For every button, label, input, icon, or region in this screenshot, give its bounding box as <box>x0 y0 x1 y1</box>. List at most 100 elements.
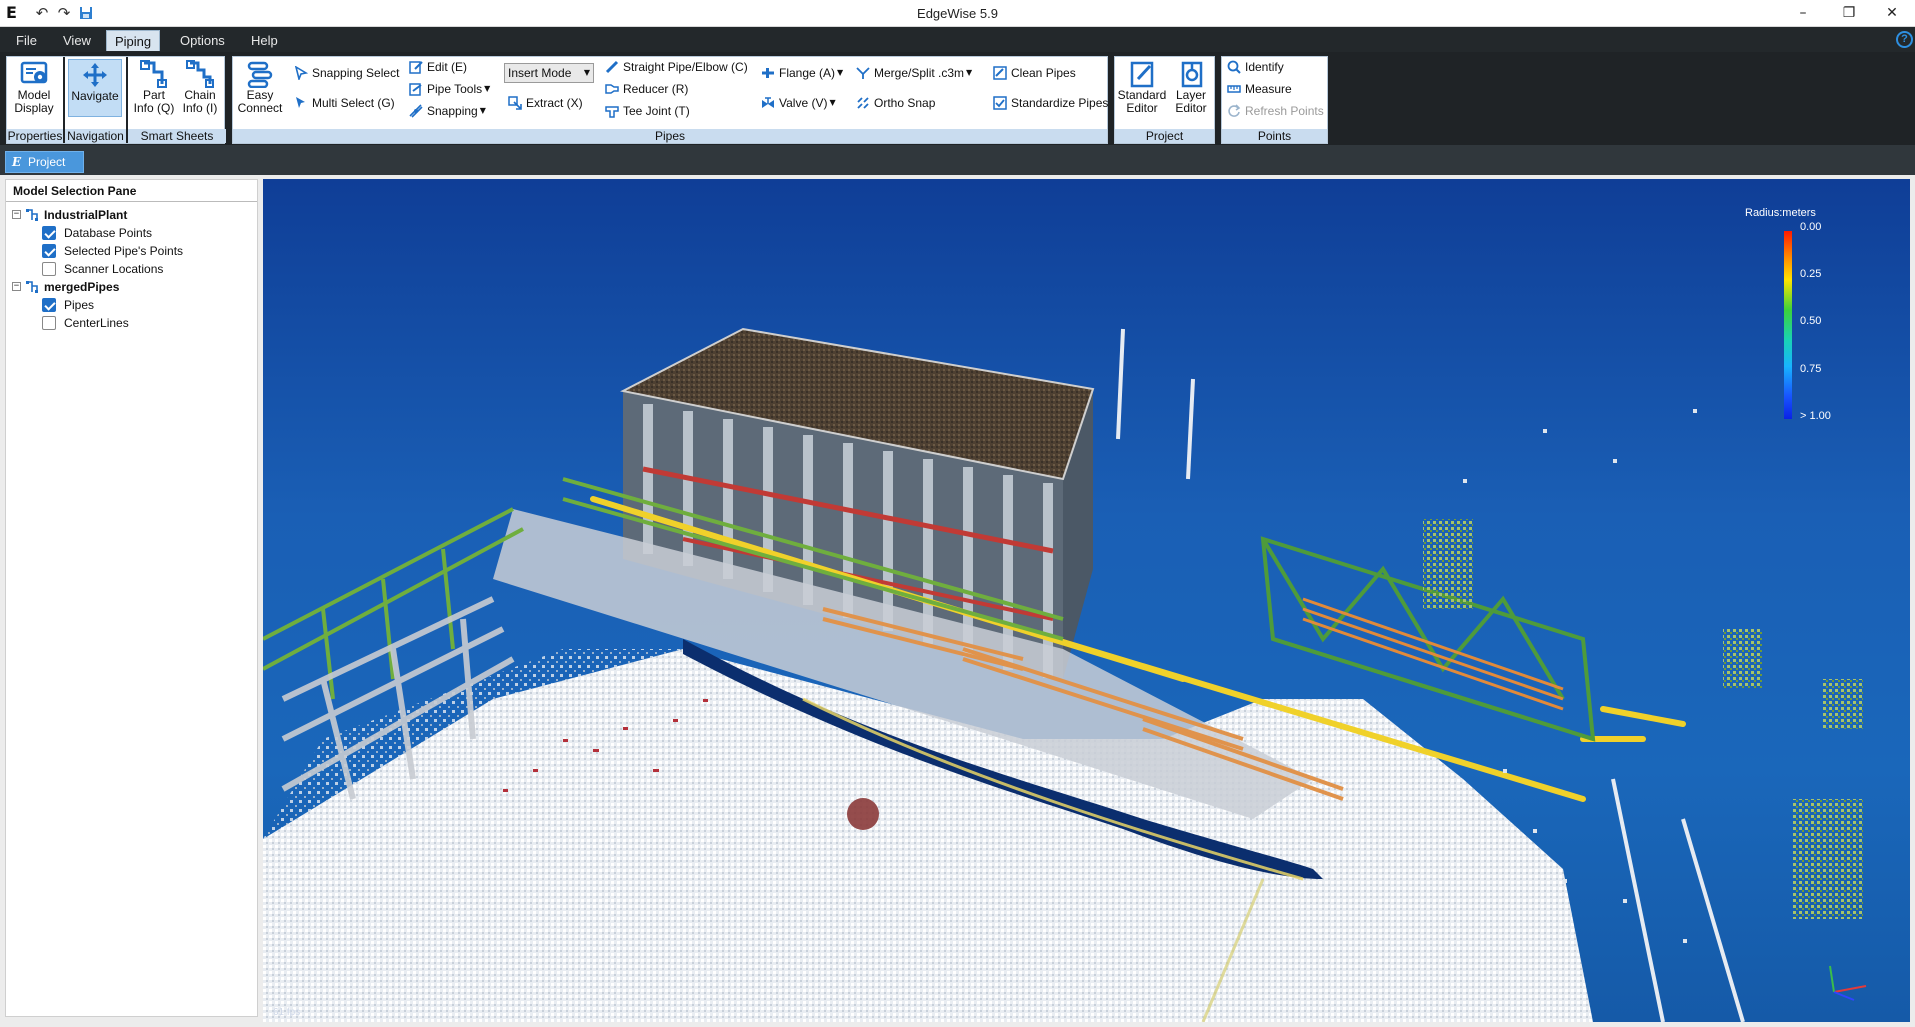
straight-pipe-icon <box>605 60 619 74</box>
layer-editor-button[interactable]: Layer Editor <box>1169 59 1213 117</box>
tree-item-label: Pipes <box>64 298 95 312</box>
undo-icon[interactable]: ↶ <box>32 3 52 23</box>
tree-item-database-points[interactable]: Database Points <box>6 224 256 242</box>
legend-value-4: > 1.00 <box>1800 410 1831 422</box>
valve-label: Valve (V) <box>779 96 828 110</box>
insert-mode-select[interactable]: Insert Mode ▼ <box>504 63 594 83</box>
chain-info-label-1: Chain <box>184 88 216 102</box>
collapse-toggle-icon[interactable]: − <box>12 210 21 219</box>
navigate-button[interactable]: Navigate <box>68 59 122 117</box>
model-selection-pane: Model Selection Pane − IndustrialPlant Dat… <box>5 179 258 1017</box>
visibility-checkbox[interactable] <box>42 244 56 258</box>
ribbon-group-pipes: Easy Connect Snapping Select Multi Selec… <box>232 56 1108 144</box>
fps-label: 61 fps <box>273 1007 301 1018</box>
model-display-button[interactable]: Model Display <box>9 59 59 117</box>
chain-info-label-2: Info (I) <box>182 101 218 115</box>
properties-group-label: Properties <box>7 129 63 143</box>
ortho-snap-icon <box>857 97 869 109</box>
model-display-label-1: Model <box>17 88 51 102</box>
restore-button[interactable]: ❐ <box>1826 0 1872 26</box>
refresh-points-button[interactable]: Refresh Points <box>1227 101 1324 121</box>
chevron-down-icon: ▼ <box>479 106 486 115</box>
title-bar: E ↶ ↷ EdgeWise 5.9 – ❐ ✕ <box>0 0 1915 27</box>
reducer-button[interactable]: Reducer (R) <box>605 79 688 99</box>
help-icon[interactable]: ? <box>1896 31 1913 48</box>
chain-info-button[interactable]: Chain Info (I) <box>178 59 222 117</box>
measure-label: Measure <box>1245 82 1292 96</box>
easy-connect-label-1: Easy <box>246 88 274 102</box>
part-info-button[interactable]: Part Info (Q) <box>132 59 176 117</box>
layer-editor-label-1: Layer <box>1175 88 1207 102</box>
menu-help[interactable]: Help <box>243 30 286 51</box>
part-info-label-2: Info (Q) <box>133 101 175 115</box>
close-button[interactable]: ✕ <box>1869 0 1915 26</box>
valve-icon <box>762 97 774 108</box>
menu-view[interactable]: View <box>55 30 99 51</box>
tree-item-selected-pipe-s-points[interactable]: Selected Pipe's Points <box>6 242 256 260</box>
tree-item-mergedpipes[interactable]: − mergedPipes <box>6 278 256 296</box>
pipe-tools-label: Pipe Tools <box>427 82 483 96</box>
extract-button[interactable]: Extract (X) <box>508 93 583 113</box>
tree-item-industrialplant[interactable]: − IndustrialPlant <box>6 206 256 224</box>
tab-project[interactable]: E Project <box>5 151 84 173</box>
visibility-checkbox[interactable] <box>42 226 56 240</box>
multi-select-label: Multi Select (G) <box>312 96 395 110</box>
redo-icon[interactable]: ↷ <box>54 3 74 23</box>
menu-file[interactable]: File <box>8 30 45 51</box>
standardize-pipes-label: Standardize Pipes <box>1011 96 1109 110</box>
merge-split-dropdown[interactable]: Merge/Split .c3m ▼ <box>856 63 972 83</box>
menu-piping[interactable]: Piping <box>106 30 161 51</box>
merge-split-icon <box>856 67 870 79</box>
standard-editor-button[interactable]: Standard Editor <box>1117 59 1167 117</box>
tree-item-centerlines[interactable]: CenterLines <box>6 314 256 332</box>
visibility-checkbox[interactable] <box>42 262 56 276</box>
tree-item-scanner-locations[interactable]: Scanner Locations <box>6 260 256 278</box>
extract-icon <box>508 96 522 110</box>
edit-button[interactable]: Edit (E) <box>409 57 467 77</box>
radius-color-scale <box>1784 231 1792 419</box>
measure-button[interactable]: Measure <box>1227 79 1292 99</box>
save-icon[interactable] <box>76 3 96 23</box>
3d-viewport[interactable]: Radius:meters 0.00 0.25 0.50 0.75 > 1.00… <box>263 179 1910 1022</box>
identify-button[interactable]: Identify <box>1227 57 1284 77</box>
legend-value-3: 0.75 <box>1800 363 1822 375</box>
flange-dropdown[interactable]: Flange (A) ▼ <box>761 63 843 83</box>
tree-item-pipes[interactable]: Pipes <box>6 296 256 314</box>
easy-connect-button[interactable]: Easy Connect <box>235 59 285 117</box>
identify-label: Identify <box>1245 60 1284 74</box>
ortho-snap-button[interactable]: Ortho Snap <box>856 93 935 113</box>
pipe-tools-dropdown[interactable]: Pipe Tools ▼ <box>409 79 490 99</box>
tee-joint-label: Tee Joint (T) <box>623 104 690 118</box>
ribbon-group-points: Identify Measure Refresh Points Points <box>1221 56 1328 144</box>
standardize-pipes-button[interactable]: Standardize Pipes <box>993 93 1108 113</box>
multi-select-button[interactable]: Multi Select (G) <box>294 93 395 113</box>
minimize-button[interactable]: – <box>1780 0 1826 26</box>
snapping-dropdown[interactable]: Snapping ▼ <box>409 101 486 121</box>
main-body: Model Selection Pane − IndustrialPlant Dat… <box>0 175 1915 1027</box>
menu-options[interactable]: Options <box>172 30 233 51</box>
valve-dropdown[interactable]: Valve (V) ▼ <box>761 93 836 113</box>
tree-item-label: Scanner Locations <box>64 262 164 276</box>
document-tab-strip: E Project <box>0 145 1915 175</box>
visibility-checkbox[interactable] <box>42 316 56 330</box>
tree-item-label: mergedPipes <box>44 280 120 294</box>
standardize-pipes-icon <box>993 96 1007 110</box>
visibility-checkbox[interactable] <box>42 298 56 312</box>
snapping-select-button[interactable]: Snapping Select <box>294 63 399 83</box>
identify-icon <box>1227 60 1241 74</box>
straight-pipe-button[interactable]: Straight Pipe/Elbow (C) <box>605 57 748 77</box>
tee-joint-button[interactable]: Tee Joint (T) <box>605 101 690 121</box>
legend-value-0: 0.00 <box>1800 221 1822 233</box>
ribbon: Model Display Navigate Part Info (Q) Cha… <box>0 52 1915 145</box>
pipe-tools-icon <box>409 83 422 96</box>
standard-editor-icon <box>1130 61 1154 88</box>
collapse-toggle-icon[interactable]: − <box>12 282 21 291</box>
chevron-down-icon: ▼ <box>837 68 844 77</box>
chain-info-icon <box>186 60 214 88</box>
clean-pipes-button[interactable]: Clean Pipes <box>993 63 1076 83</box>
model-display-icon <box>20 61 48 84</box>
reducer-label: Reducer (R) <box>623 82 689 96</box>
snapping-icon <box>409 104 423 118</box>
snapping-label: Snapping <box>427 104 478 118</box>
points-group-label: Points <box>1222 129 1327 143</box>
